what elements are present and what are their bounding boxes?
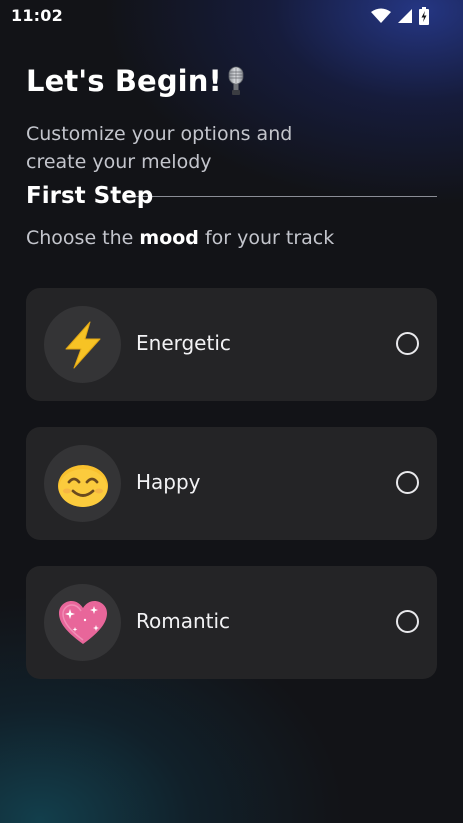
step-header: First Step bbox=[26, 183, 437, 213]
status-bar: 11:02 bbox=[0, 0, 463, 32]
mood-label: Romantic bbox=[136, 609, 231, 633]
mood-icon-circle bbox=[44, 445, 121, 522]
wifi-icon bbox=[371, 8, 391, 23]
mood-option-energetic[interactable]: Energetic bbox=[26, 288, 437, 401]
status-time: 11:02 bbox=[11, 6, 63, 25]
mood-option-happy[interactable]: Happy bbox=[26, 427, 437, 540]
title-row: Let's Begin! bbox=[26, 64, 248, 98]
page-title: Let's Begin! bbox=[26, 64, 222, 98]
mood-prompt: Choose the mood for your track bbox=[26, 227, 334, 249]
status-icons bbox=[371, 7, 429, 25]
mood-label: Happy bbox=[136, 470, 201, 494]
sparkling-heart-icon bbox=[58, 600, 107, 644]
mood-radio-energetic[interactable] bbox=[396, 332, 419, 355]
prompt-suffix: for your track bbox=[198, 227, 335, 249]
mood-radio-romantic[interactable] bbox=[396, 610, 419, 633]
mood-option-romantic[interactable]: Romantic bbox=[26, 566, 437, 679]
mood-radio-happy[interactable] bbox=[396, 471, 419, 494]
cellular-signal-icon bbox=[398, 9, 412, 23]
step-divider bbox=[126, 196, 437, 197]
mood-icon-circle bbox=[44, 584, 121, 661]
smiling-face-icon bbox=[57, 464, 108, 507]
subtitle: Customize your options and create your m… bbox=[26, 123, 293, 173]
microphone-icon bbox=[224, 64, 248, 98]
step-title: First Step bbox=[26, 183, 154, 209]
battery-charging-icon bbox=[419, 7, 429, 25]
mood-label: Energetic bbox=[136, 331, 231, 355]
mood-icon-circle bbox=[44, 306, 121, 383]
prompt-keyword: mood bbox=[139, 227, 199, 249]
prompt-prefix: Choose the bbox=[26, 227, 140, 249]
lightning-bolt-icon bbox=[65, 321, 100, 368]
